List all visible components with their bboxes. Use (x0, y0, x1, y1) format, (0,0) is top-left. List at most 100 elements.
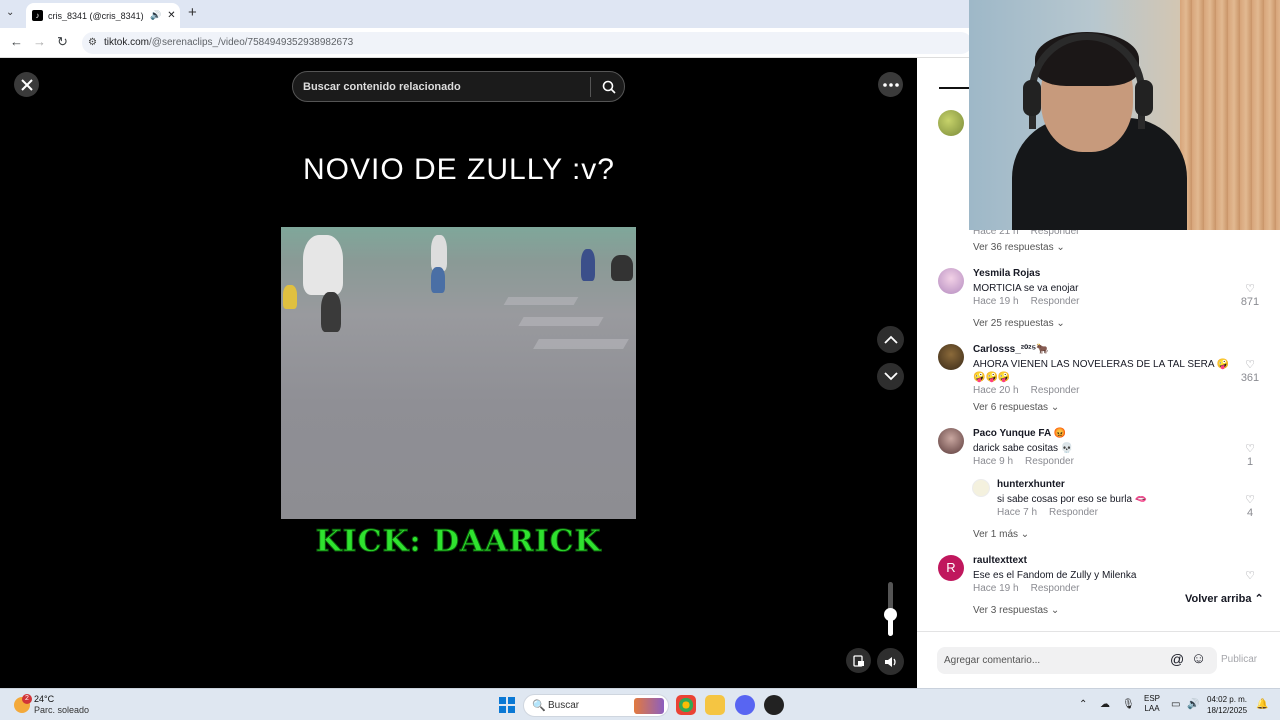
volume-slider-knob[interactable] (884, 608, 897, 621)
taskbar-search[interactable]: 🔍 Buscar (523, 694, 669, 717)
heart-icon: ♡ (1245, 570, 1255, 582)
crosswalk-stripe (533, 339, 629, 349)
tab-audio-icon[interactable]: 🔊 (150, 10, 161, 21)
tab-list-chevron-icon[interactable]: ⌄ (6, 7, 14, 18)
reply-link[interactable]: Responder (1025, 456, 1074, 467)
back-arrow-icon[interactable]: ← (10, 34, 23, 49)
like-button[interactable]: ♡ 361 (1235, 358, 1265, 384)
comment-text: darick sabe cositas 💀 (973, 443, 1074, 454)
avatar[interactable]: R (938, 555, 964, 581)
view-replies-link[interactable]: Ver 6 respuestas ⌄ (973, 402, 1059, 413)
like-button[interactable]: ♡ 4 (1235, 493, 1265, 519)
publish-button[interactable]: Publicar (1221, 654, 1257, 665)
reply-link[interactable]: Responder (1031, 385, 1080, 396)
comment-username[interactable]: hunterxhunter (997, 479, 1065, 490)
volume-button[interactable] (877, 648, 904, 675)
clock[interactable]: 04:02 p. m. 18/12/2025 (1207, 694, 1247, 716)
video-title-text: NOVIO DE ZULLY :v? (303, 153, 615, 186)
close-video-button[interactable] (14, 72, 39, 97)
like-button[interactable]: ♡ 871 (1235, 282, 1265, 308)
emoji-icon[interactable]: ☺ (1191, 650, 1206, 667)
heart-icon: ♡ (1245, 283, 1255, 295)
related-search-box[interactable] (292, 71, 625, 102)
comment-text: Ese es el Fandom de Zully y Milenka (973, 570, 1137, 581)
crosswalk-stripe (503, 297, 579, 305)
comment-composer: @ ☺ Publicar (917, 631, 1280, 688)
comment-meta: Hace 20 h Responder (973, 385, 1080, 396)
like-button[interactable]: ♡ 1 (1235, 442, 1265, 468)
tab-close-icon[interactable]: ✕ (167, 10, 175, 21)
comment-username[interactable]: Paco Yunque FA 😡 (973, 428, 1066, 439)
avatar[interactable] (972, 479, 990, 497)
avatar[interactable] (938, 268, 964, 294)
avatar[interactable] (938, 344, 964, 370)
arrow-up-icon: ⌃ (1254, 593, 1264, 605)
related-search-input[interactable] (303, 78, 583, 96)
comment-text: si sabe cosas por eso se burla 🫦 (997, 494, 1148, 505)
site-info-icon[interactable]: ⚙ (88, 32, 97, 54)
yellow-object (283, 285, 297, 309)
tab-title: cris_8341 (@cris_8341) | TikTok (48, 10, 146, 21)
comment-input-box[interactable]: @ ☺ (937, 647, 1217, 674)
tray-overflow-icon[interactable]: ⌃ (1079, 699, 1087, 710)
network-icon[interactable]: ▭ (1171, 699, 1180, 710)
avatar[interactable] (938, 428, 964, 454)
view-more-replies-link[interactable]: Ver 1 más ⌄ (973, 529, 1029, 540)
video-caption-text: KICK: DAARICK (315, 524, 602, 560)
video-player[interactable]: NOVIO DE ZULLY :v? KICK: DAARICK (0, 58, 917, 688)
tiktok-favicon-icon: ♪ (32, 10, 43, 21)
comment-text: MORTICIA se va enojar (973, 283, 1079, 294)
chrome-icon[interactable] (676, 695, 696, 715)
heart-icon: ♡ (1245, 359, 1255, 371)
microphone-icon[interactable]: 🎙 (1122, 699, 1135, 710)
reload-icon[interactable]: ↻ (57, 34, 68, 50)
obs-icon[interactable] (764, 695, 784, 715)
comment-meta: Hace 9 h Responder (973, 456, 1074, 467)
search-icon[interactable] (599, 77, 619, 97)
heart-icon: ♡ (1245, 443, 1255, 455)
notification-bell-icon[interactable]: 🔔 (1256, 699, 1268, 710)
person-legs (431, 267, 445, 293)
discord-icon[interactable] (735, 695, 755, 715)
mention-icon[interactable]: @ (1170, 651, 1184, 667)
floating-player-button[interactable] (846, 648, 871, 673)
more-dots-icon (882, 82, 899, 87)
start-button[interactable] (499, 697, 515, 713)
curtain (1180, 0, 1280, 230)
picture-in-picture-icon (852, 654, 864, 667)
view-replies-link[interactable]: Ver 3 respuestas ⌄ (973, 605, 1059, 616)
more-options-button[interactable] (878, 72, 903, 97)
volume-tray-icon[interactable]: 🔊 (1187, 699, 1199, 710)
weather-condition: Parc. soleado (34, 705, 90, 715)
forward-arrow-icon[interactable]: → (33, 34, 46, 49)
back-to-top-button[interactable]: Volver arriba ⌃ (1185, 592, 1264, 605)
comment-meta: Hace 19 h Responder (973, 296, 1080, 307)
comment-input[interactable] (944, 652, 1164, 669)
next-video-button[interactable] (877, 363, 904, 390)
file-explorer-icon[interactable] (705, 695, 725, 715)
language-indicator[interactable]: ESP LAA (1144, 694, 1160, 714)
url-field[interactable]: ⚙ tiktok.com/@serenaclips_/video/7584949… (82, 32, 972, 54)
parked-object (611, 255, 633, 281)
like-count: 871 (1240, 296, 1260, 308)
view-replies-link[interactable]: Ver 25 respuestas ⌄ (973, 318, 1065, 329)
search-divider (590, 77, 591, 97)
onedrive-icon[interactable]: ☁ (1100, 699, 1110, 710)
previous-video-button[interactable] (877, 326, 904, 353)
comment-username[interactable]: Carlosss_²⁰²⁵🐂 (973, 344, 1049, 355)
like-button[interactable]: ♡ (1235, 569, 1265, 583)
reply-link[interactable]: Responder (1031, 296, 1080, 307)
view-replies-link[interactable]: Ver 36 respuestas ⌄ (973, 242, 1065, 253)
avatar[interactable] (938, 110, 964, 136)
comment-username[interactable]: Yesmila Rojas (973, 268, 1040, 279)
weather-temp: 24°C (34, 694, 55, 704)
comment-username[interactable]: raultexttext (973, 555, 1027, 566)
new-tab-button[interactable]: + (188, 4, 197, 21)
reply-link[interactable]: Responder (1031, 583, 1080, 594)
video-frame[interactable] (281, 227, 636, 519)
search-icon: 🔍 (532, 700, 546, 712)
browser-tab[interactable]: ♪ cris_8341 (@cris_8341) | TikTok 🔊 ✕ (26, 3, 180, 28)
chevron-up-icon (883, 335, 898, 344)
reply-link[interactable]: Responder (1049, 507, 1098, 518)
person-legs (321, 292, 341, 332)
